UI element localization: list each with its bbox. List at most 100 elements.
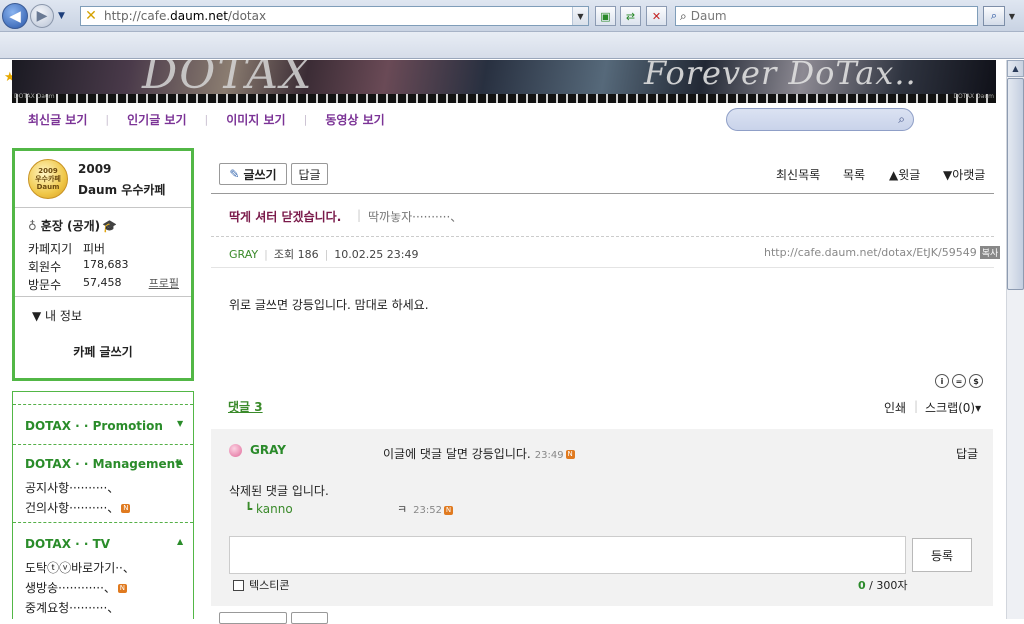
- meta-date: 10.02.25 23:49: [334, 247, 419, 261]
- bottom-write-button[interactable]: [219, 612, 287, 624]
- address-bar[interactable]: ✕ http://cafe.daum.net/dotax ▼: [80, 6, 589, 26]
- menu-item-notice[interactable]: 공지사항··········、: [25, 479, 119, 496]
- user-level-icon: [229, 443, 242, 457]
- menu-item-suggestions[interactable]: 건의사항··········、 N: [25, 499, 131, 516]
- print-link[interactable]: 인쇄: [884, 399, 906, 416]
- refresh-icon[interactable]: ⇄: [620, 6, 641, 26]
- next-post-link[interactable]: ▼아랫글: [943, 166, 985, 183]
- search-icon[interactable]: ⌕: [898, 112, 905, 127]
- cafe-write-button[interactable]: 카페 글쓰기: [15, 343, 191, 360]
- history-dropdown-icon[interactable]: ▼: [58, 11, 68, 21]
- emoticon-toggle[interactable]: 텍스티콘: [233, 577, 289, 593]
- tab-images[interactable]: 이미지 보기: [226, 111, 285, 128]
- menu-item-request[interactable]: 중계요청··········、: [25, 599, 119, 616]
- comment-input[interactable]: [229, 536, 906, 574]
- banner-border: [12, 94, 996, 103]
- bottom-reply-button[interactable]: [291, 612, 328, 624]
- emoticon-checkbox[interactable]: [233, 579, 244, 591]
- visitors-count: 57,458: [83, 276, 122, 289]
- menu-item-live[interactable]: 생방송············、 N: [25, 579, 127, 596]
- cafe-info-box: 2009 우수카페 Daum 2009 Daum 우수카페 ♁ 훈장 (공개) …: [12, 148, 194, 381]
- new-badge-icon: N: [565, 450, 575, 459]
- menu-item-tv-link[interactable]: 도탁ⓣⓥ바로가기··、: [25, 559, 135, 576]
- owner-row: ♁ 훈장 (공개) 🎓: [28, 217, 117, 234]
- permalink: http://cafe.daum.net/dotax/EtJK/59549 복사: [764, 246, 1001, 259]
- stop-icon[interactable]: ✕: [646, 6, 667, 26]
- search-engine-icon: ⌕: [680, 8, 687, 23]
- new-badge-icon: N: [121, 504, 131, 513]
- browser-toolbar: ◀ ▶ ▼ ✕ http://cafe.daum.net/dotax ▼ ▣ ⇄…: [0, 0, 1024, 32]
- banner-slogan: Forever DoTax..: [644, 60, 917, 92]
- search-input[interactable]: Daum: [687, 9, 727, 23]
- scrap-link[interactable]: 스크랩(0)▾: [925, 399, 981, 416]
- cc-by-icon: i: [935, 374, 949, 388]
- owner-rank[interactable]: 훈장 (공개): [41, 217, 100, 234]
- scroll-thumb[interactable]: [1007, 78, 1024, 290]
- members-count: 178,683: [83, 258, 129, 271]
- expand-arrow-icon[interactable]: ▲: [177, 537, 183, 546]
- char-counter: 0 / 300자: [858, 579, 908, 592]
- award-year: 2009: [78, 162, 112, 176]
- cc-license: i = $: [935, 374, 983, 388]
- compat-view-icon[interactable]: ▣: [595, 6, 616, 26]
- cc-nc-icon: $: [969, 374, 983, 388]
- rank-medal-icon: ♁: [28, 218, 37, 233]
- forward-icon[interactable]: ▶: [30, 4, 54, 28]
- cafe-search-input[interactable]: ⌕: [726, 108, 914, 131]
- recent-list-link[interactable]: 최신목록: [776, 166, 820, 183]
- comment-text: 이글에 댓글 달면 강등입니다. 23:49 N: [383, 447, 575, 461]
- prev-post-link[interactable]: ▲윗글: [889, 166, 920, 183]
- keeper-row: 카페지기 피버: [28, 240, 106, 257]
- comment-reply-link[interactable]: 답글: [956, 445, 978, 462]
- profile-link[interactable]: 프로필: [149, 275, 179, 291]
- reply-text: ㅋ 23:52 N: [397, 503, 453, 516]
- comment-user[interactable]: GRAY: [229, 443, 286, 457]
- menu-section-management[interactable]: DOTAX · · Management ▲: [25, 457, 183, 471]
- tab-latest[interactable]: 최신글 보기: [28, 111, 87, 128]
- visitors-row: 방문수 57,458: [28, 276, 122, 292]
- post-title: 딱게 셔터 닫겠습니다.: [229, 210, 342, 224]
- meta-author[interactable]: GRAY: [229, 248, 258, 261]
- back-icon[interactable]: ◀: [2, 3, 28, 29]
- cafe-banner: DOTAX Forever DoTax.. DOTAX Daum DOTAX D…: [12, 60, 996, 103]
- copy-button[interactable]: 복사: [979, 246, 1001, 259]
- banner-mark-right: DOTAX Daum: [953, 93, 994, 100]
- expand-arrow-icon[interactable]: ▲: [177, 457, 183, 466]
- keeper-name[interactable]: 피버: [83, 240, 105, 257]
- deleted-comment: 삭제된 댓글 입니다.: [229, 484, 329, 498]
- post-author[interactable]: 딱까놓자··········、: [368, 208, 462, 225]
- cc-nd-icon: =: [952, 374, 966, 388]
- collapse-arrow-icon[interactable]: ▼: [177, 419, 183, 428]
- comment-count[interactable]: 댓글 3: [228, 398, 263, 415]
- award-badge-icon: 2009 우수카페 Daum: [28, 159, 68, 199]
- search-button-icon[interactable]: ⌕: [983, 6, 1005, 26]
- command-bar: ★ ⌂▾ ▤▾ ⛨▾ ⚙▾: [0, 32, 1024, 85]
- daum-favicon-icon: ✕: [85, 8, 97, 24]
- banner-mark-left: DOTAX Daum: [14, 93, 55, 100]
- write-button[interactable]: ✎ 글쓰기: [219, 163, 287, 185]
- members-row: 회원수 178,683: [28, 258, 129, 274]
- scroll-up-icon[interactable]: ▲: [1007, 60, 1024, 77]
- graduate-cap-icon: 🎓: [102, 218, 118, 233]
- view-tabs: 최신글 보기 | 인기글 보기 | 이미지 보기 | 동영상 보기: [28, 111, 385, 128]
- vertical-scrollbar[interactable]: ▲: [1006, 60, 1024, 619]
- reply-button[interactable]: 답글: [291, 163, 328, 185]
- pencil-icon: ✎: [229, 167, 240, 181]
- menu-section-tv[interactable]: DOTAX · · TV ▲: [25, 537, 183, 551]
- post-meta: GRAY | 조회 186 | 10.02.25 23:49: [229, 247, 419, 262]
- menu-section-promotion[interactable]: DOTAX · · Promotion ▼: [25, 419, 183, 433]
- list-link[interactable]: 목록: [843, 166, 865, 183]
- reply-user[interactable]: ┗ kanno: [245, 502, 293, 516]
- tab-popular[interactable]: 인기글 보기: [127, 111, 186, 128]
- new-badge-icon: N: [443, 505, 453, 515]
- cafe-menu: DOTAX · · Promotion ▼ DOTAX · · Managemen…: [12, 391, 194, 619]
- address-url[interactable]: http://cafe.daum.net/dotax: [100, 9, 572, 23]
- divider: [15, 207, 191, 208]
- tab-videos[interactable]: 동영상 보기: [325, 111, 384, 128]
- my-info-toggle[interactable]: ▼ 내 정보: [32, 307, 82, 324]
- search-box[interactable]: ⌕ Daum: [675, 6, 978, 26]
- register-button[interactable]: 등록: [912, 538, 972, 572]
- award-title: Daum 우수카페: [78, 183, 166, 197]
- address-dropdown-icon[interactable]: ▼: [572, 7, 588, 25]
- search-options-icon[interactable]: ▼: [1006, 6, 1018, 26]
